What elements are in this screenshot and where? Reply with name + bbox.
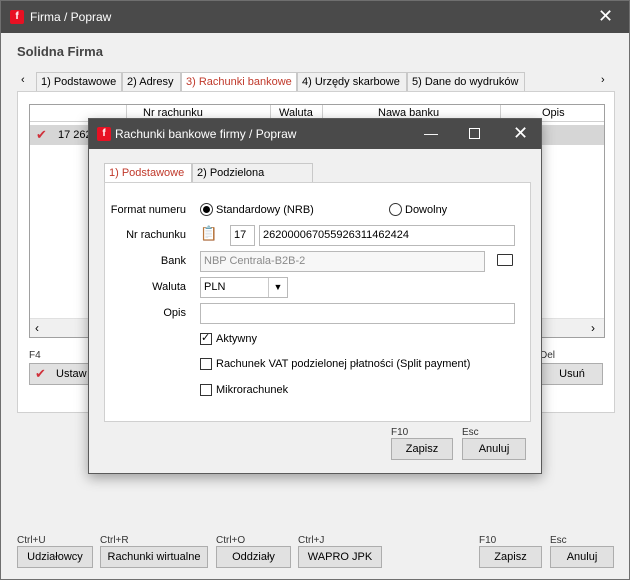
- main-title-bar: f Firma / Popraw ✕: [1, 1, 629, 33]
- usun-button[interactable]: Usuń: [541, 363, 603, 385]
- row-account-number: 17 262: [58, 129, 92, 141]
- oddzialy-label: Oddziały: [232, 551, 275, 563]
- ustaw-button[interactable]: ✔ Ustaw: [29, 363, 93, 385]
- radio-selected-dot: [203, 206, 210, 213]
- main-close-icon[interactable]: ✕: [598, 7, 613, 25]
- main-window-title: Firma / Popraw: [30, 10, 112, 24]
- dialog-app-icon: f: [97, 127, 111, 141]
- dialog-save-button[interactable]: Zapisz: [391, 438, 453, 460]
- checkbox-aktywny[interactable]: ✓: [200, 332, 212, 345]
- main-cancel-hint: Esc: [550, 535, 567, 546]
- main-save-label: Zapisz: [494, 551, 527, 563]
- radio-standardowy-label[interactable]: Standardowy (NRB): [216, 204, 314, 216]
- checkbox-split-payment-label[interactable]: Rachunek VAT podzielonej płatności (Spli…: [216, 358, 470, 370]
- rachunki-wirtualne-label: Rachunki wirtualne: [107, 551, 201, 563]
- checkbox-mikrorachunek-label[interactable]: Mikrorachunek: [216, 384, 288, 396]
- radio-dowolny[interactable]: [389, 203, 402, 216]
- udzialowcy-button[interactable]: Udziałowcy: [17, 546, 93, 568]
- tabs-scroll-left-icon[interactable]: ‹: [21, 74, 25, 86]
- currency-select[interactable]: PLN ▼: [200, 277, 288, 298]
- main-save-button[interactable]: Zapisz: [479, 546, 542, 568]
- tab-podstawowe[interactable]: 1) Podstawowe: [36, 72, 122, 91]
- app-icon: f: [10, 10, 24, 24]
- dialog-tab-podstawowe[interactable]: 1) Podstawowe: [104, 163, 192, 183]
- currency-label: Waluta: [152, 281, 186, 293]
- tab-adresy[interactable]: 2) Adresy: [122, 72, 181, 91]
- radio-standardowy[interactable]: [200, 203, 213, 216]
- dialog-save-hint: F10: [391, 427, 409, 438]
- rachunki-wirtualne-hint: Ctrl+R: [100, 535, 129, 546]
- maximize-icon[interactable]: [469, 128, 480, 139]
- company-name: Solidna Firma: [17, 44, 103, 59]
- account-number-input[interactable]: 262000067055926311462424: [259, 225, 515, 246]
- wapro-jpk-label: WAPRO JPK: [307, 551, 373, 563]
- bank-input[interactable]: NBP Centrala-B2B-2: [200, 251, 485, 272]
- tab-adresy-label: 2) Adresy: [127, 76, 174, 88]
- wapro-jpk-hint: Ctrl+J: [298, 535, 325, 546]
- bank-label: Bank: [160, 255, 186, 267]
- account-label: Nr rachunku: [126, 229, 186, 241]
- tab-dane-do-wydrukow[interactable]: 5) Dane do wydruków: [407, 72, 525, 91]
- dialog-cancel-hint: Esc: [462, 427, 479, 438]
- ustaw-hint: F4: [29, 350, 41, 361]
- tab-rachunki-label: 3) Rachunki bankowe: [186, 76, 292, 88]
- dialog-cancel-button[interactable]: Anuluj: [462, 438, 526, 460]
- tab-urzedy-label: 4) Urzędy skarbowe: [302, 76, 400, 88]
- currency-value: PLN: [204, 281, 226, 293]
- oddzialy-button[interactable]: Oddziały: [216, 546, 291, 568]
- tab-podstawowe-label: 1) Podstawowe: [41, 76, 117, 88]
- folder-icon[interactable]: [497, 254, 513, 266]
- dialog-title: Rachunki bankowe firmy / Popraw: [115, 127, 297, 141]
- main-save-hint: F10: [479, 535, 497, 546]
- format-label: Format numeru: [110, 204, 186, 216]
- ustaw-check-icon: ✔: [35, 366, 46, 381]
- main-cancel-button[interactable]: Anuluj: [550, 546, 614, 568]
- description-label: Opis: [163, 307, 186, 319]
- usun-label: Usuń: [559, 368, 585, 380]
- checkbox-aktywny-label[interactable]: Aktywny: [216, 333, 257, 345]
- udzialowcy-label: Udziałowcy: [27, 551, 83, 563]
- ustaw-label: Ustaw: [56, 368, 87, 380]
- udzialowcy-hint: Ctrl+U: [17, 535, 46, 546]
- scroll-left-icon[interactable]: ‹: [35, 321, 39, 335]
- check-icon: ✓: [201, 332, 211, 344]
- description-input[interactable]: [200, 303, 515, 324]
- clipboard-icon[interactable]: 📋: [200, 225, 217, 242]
- dialog-tab-podzielona[interactable]: 2) Podzielona płatność: [192, 163, 313, 197]
- dialog-title-bar: f Rachunki bankowe firmy / Popraw — ✕: [89, 119, 541, 149]
- wapro-jpk-button[interactable]: WAPRO JPK: [298, 546, 382, 568]
- dialog-cancel-label: Anuluj: [478, 443, 510, 455]
- oddzialy-hint: Ctrl+O: [216, 535, 246, 546]
- minimize-icon[interactable]: —: [424, 125, 438, 141]
- dialog-tab-podstawowe-label: 1) Podstawowe: [109, 167, 185, 179]
- tab-urzedy-skarbowe[interactable]: 4) Urzędy skarbowe: [297, 72, 407, 91]
- col-opis[interactable]: Opis: [542, 107, 565, 119]
- account-prefix-input[interactable]: 17: [230, 225, 255, 246]
- checkbox-split-payment[interactable]: [200, 358, 212, 370]
- dialog-close-icon[interactable]: ✕: [513, 124, 528, 142]
- main-cancel-label: Anuluj: [566, 551, 598, 563]
- tab-rachunki-bankowe[interactable]: 3) Rachunki bankowe: [181, 72, 297, 92]
- scroll-right-icon[interactable]: ›: [591, 321, 595, 335]
- checkbox-mikrorachunek[interactable]: [200, 384, 212, 396]
- rachunki-wirtualne-button[interactable]: Rachunki wirtualne: [100, 546, 208, 568]
- dialog-save-label: Zapisz: [405, 443, 439, 455]
- bank-account-dialog: f Rachunki bankowe firmy / Popraw — ✕ 1)…: [88, 118, 542, 474]
- chevron-down-icon[interactable]: ▼: [268, 278, 287, 297]
- tab-dane-label: 5) Dane do wydruków: [412, 76, 519, 88]
- tabs-scroll-right-icon[interactable]: ›: [601, 74, 605, 86]
- dialog-tab-panel: [104, 182, 531, 422]
- radio-dowolny-label[interactable]: Dowolny: [405, 204, 447, 216]
- usun-hint: Del: [540, 350, 556, 361]
- active-check-icon: ✔: [36, 127, 47, 142]
